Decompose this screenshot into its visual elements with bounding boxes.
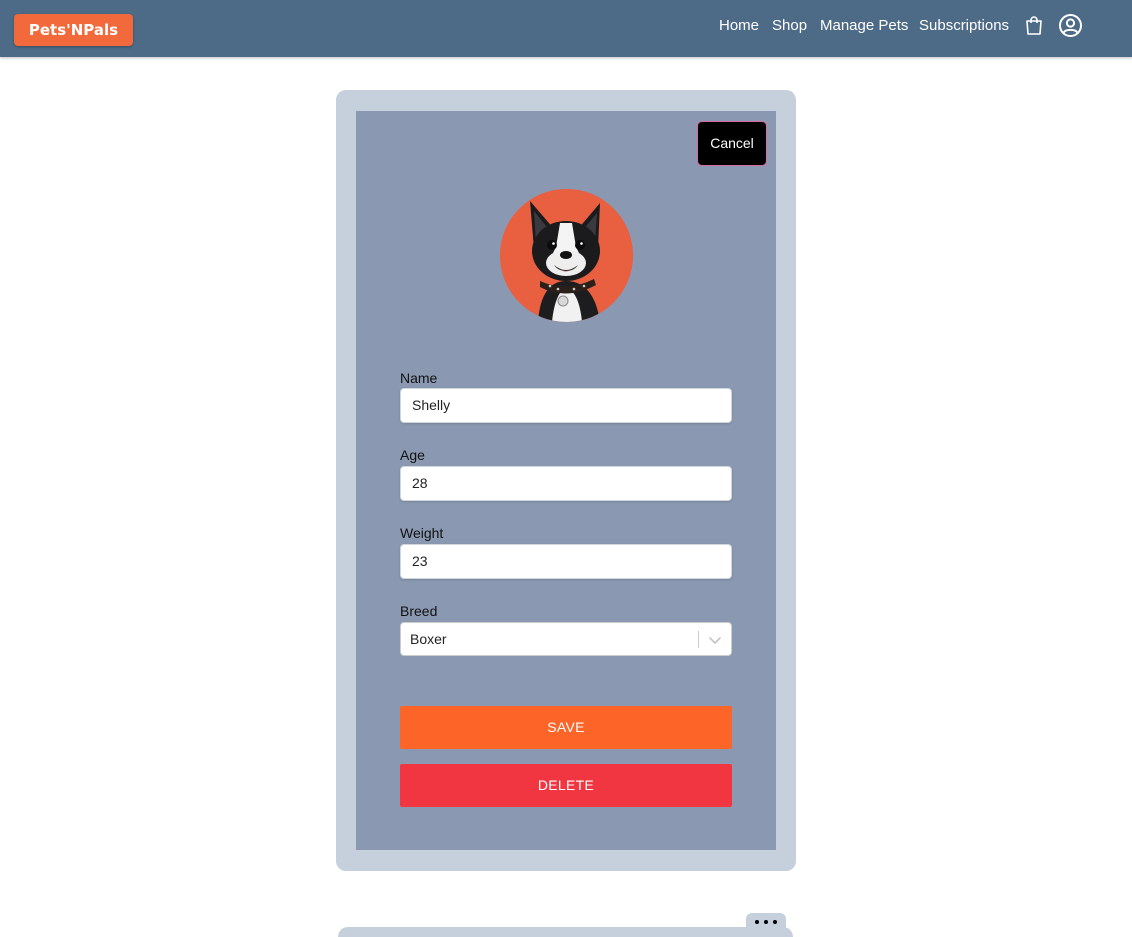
name-input[interactable]: Shelly	[400, 388, 732, 423]
age-label: Age	[400, 447, 425, 463]
save-button[interactable]: SAVE	[400, 706, 732, 749]
delete-button[interactable]: DELETE	[400, 764, 732, 807]
select-separator	[698, 631, 699, 648]
more-dots-icon	[773, 920, 777, 924]
more-dots-icon	[755, 920, 759, 924]
dog-photo-illustration	[500, 189, 633, 322]
shopping-bag-icon[interactable]	[1024, 15, 1044, 41]
user-account-icon[interactable]	[1058, 13, 1083, 43]
cancel-button[interactable]: Cancel	[697, 121, 767, 166]
next-pet-card	[338, 927, 793, 937]
breed-select[interactable]: Boxer	[400, 622, 732, 656]
nav-link-subscriptions[interactable]: Subscriptions	[919, 17, 1009, 35]
breed-select-value: Boxer	[410, 631, 447, 647]
top-navbar: Pets'NPals Home Shop Manage Pets Subscri…	[0, 0, 1132, 57]
name-label: Name	[400, 370, 438, 386]
more-dots-icon	[764, 920, 768, 924]
nav-link-shop[interactable]: Shop	[772, 17, 807, 35]
brand-logo[interactable]: Pets'NPals	[14, 14, 133, 46]
age-input[interactable]: 28	[400, 466, 732, 501]
nav-link-home[interactable]: Home	[719, 17, 759, 35]
more-options-button[interactable]	[746, 913, 786, 931]
weight-label: Weight	[400, 525, 444, 541]
weight-input[interactable]: 23	[400, 544, 732, 579]
pet-photo	[500, 189, 633, 322]
nav-link-manage-pets[interactable]: Manage Pets	[820, 17, 908, 35]
breed-label: Breed	[400, 603, 438, 619]
chevron-down-icon[interactable]	[707, 632, 723, 653]
